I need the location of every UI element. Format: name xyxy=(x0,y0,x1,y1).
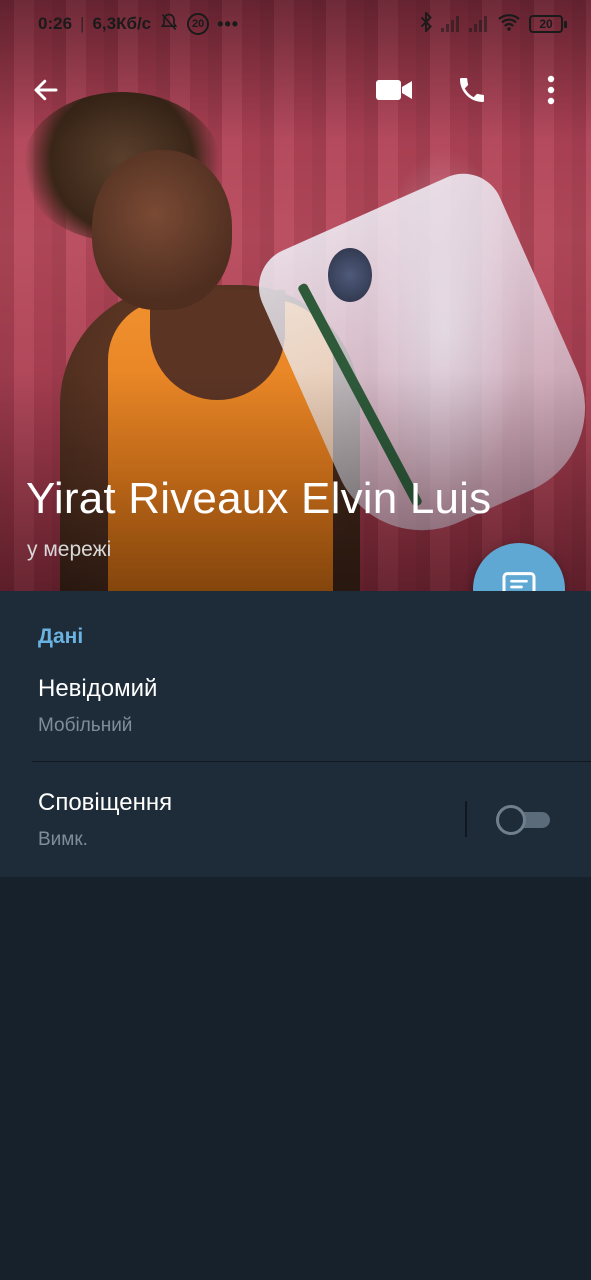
toggle-divider xyxy=(465,801,467,837)
more-notifications-icon: ••• xyxy=(217,13,240,34)
bluetooth-icon xyxy=(419,10,433,37)
photo-face xyxy=(92,150,232,310)
section-title: Дані xyxy=(38,625,84,648)
wifi-icon xyxy=(497,13,521,36)
notifications-value: Вимк. xyxy=(38,829,88,850)
battery-icon: 20 xyxy=(529,15,567,33)
signal-icon-1 xyxy=(441,16,461,32)
video-call-button[interactable] xyxy=(370,66,418,114)
notifications-title: Сповіщення xyxy=(38,789,173,816)
phone-icon xyxy=(456,74,488,106)
status-separator: | xyxy=(80,14,85,33)
phone-label: Мобільний xyxy=(38,715,133,736)
back-button[interactable] xyxy=(22,66,70,114)
status-bar: 0:26 | 6,3Кб/с 20 ••• 20 xyxy=(0,0,591,48)
status-time: 0:26 xyxy=(38,14,73,33)
profile-name: Yirat Riveaux Elvin Luis xyxy=(26,474,492,523)
info-panel: Дані Невідомий Мобільний Сповіщення Вимк… xyxy=(0,591,591,877)
notifications-toggle[interactable] xyxy=(496,805,552,835)
signal-icon-2 xyxy=(469,16,489,32)
network-speed: 6,3Кб/с xyxy=(92,14,152,33)
toggle-knob xyxy=(496,805,526,835)
online-status: у мережі xyxy=(27,538,112,561)
arrow-left-icon xyxy=(31,75,61,105)
video-camera-icon xyxy=(375,77,413,103)
more-vertical-icon xyxy=(547,75,555,105)
phone-value: Невідомий xyxy=(38,675,158,702)
more-options-button[interactable] xyxy=(527,66,575,114)
photo-rose xyxy=(328,248,372,302)
notification-count-badge: 20 xyxy=(187,13,210,35)
bell-muted-icon xyxy=(159,12,179,37)
call-button[interactable] xyxy=(448,66,496,114)
row-divider xyxy=(32,761,591,762)
